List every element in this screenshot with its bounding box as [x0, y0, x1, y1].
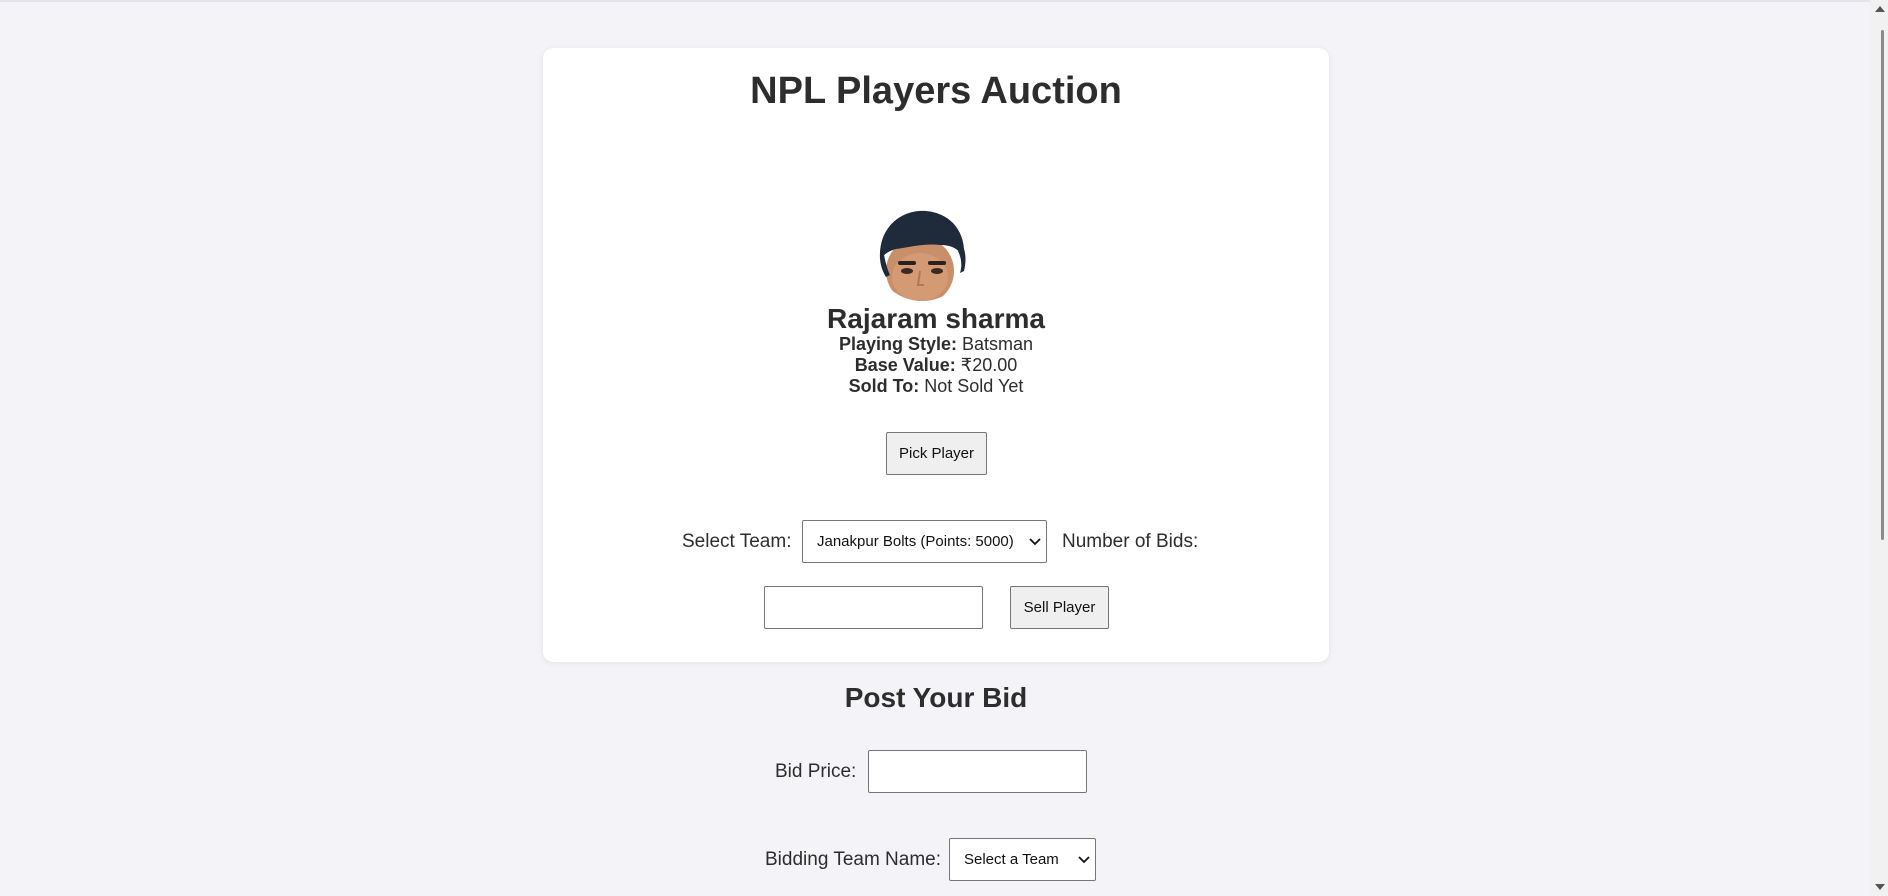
team-select[interactable]: Janakpur Bolts (Points: 5000)	[802, 520, 1047, 563]
page-title: NPL Players Auction	[750, 70, 1122, 112]
number-of-bids-label: Number of Bids:	[1062, 531, 1199, 552]
bid-price-label: Bid Price:	[775, 761, 857, 782]
bidding-team-select-value: Select a Team	[964, 851, 1059, 868]
team-select-value: Janakpur Bolts (Points: 5000)	[817, 533, 1014, 550]
auction-card: NPL Players Auction Rajaram sharma Playi…	[543, 48, 1329, 662]
top-divider	[0, 0, 1870, 2]
scrollbar-thumb[interactable]	[1881, 30, 1884, 540]
playing-style-label: Playing Style:	[838, 334, 957, 354]
base-value-label: Base Value:	[854, 355, 956, 375]
number-of-bids-input[interactable]	[764, 586, 983, 629]
bidding-team-select[interactable]: Select a Team	[949, 838, 1096, 881]
base-value-line: Base Value: ₹20.00	[543, 355, 1329, 376]
sell-player-button[interactable]: Sell Player	[1010, 586, 1109, 629]
chevron-down-icon	[1078, 855, 1090, 863]
base-value-value: ₹20.00	[960, 355, 1018, 375]
playing-style-value: Batsman	[962, 334, 1034, 354]
select-team-label: Select Team:	[682, 531, 792, 552]
scroll-down-arrow-icon[interactable]	[1875, 884, 1885, 890]
post-your-bid-title: Post Your Bid	[844, 682, 1028, 713]
chevron-down-icon	[1029, 537, 1041, 545]
pick-player-button[interactable]: Pick Player	[886, 432, 987, 475]
player-photo-icon	[874, 205, 970, 301]
sold-to-line: Sold To: Not Sold Yet	[543, 376, 1329, 397]
player-avatar	[874, 205, 970, 301]
sold-to-label: Sold To:	[848, 376, 920, 396]
playing-style-line: Playing Style: Batsman	[543, 334, 1329, 355]
bidding-team-label: Bidding Team Name:	[765, 849, 942, 870]
sold-to-value: Not Sold Yet	[924, 376, 1024, 396]
vertical-scrollbar[interactable]	[1870, 0, 1888, 896]
bid-price-input[interactable]	[868, 750, 1087, 793]
player-name: Rajaram sharma	[827, 303, 1045, 334]
scroll-up-arrow-icon[interactable]	[1875, 6, 1885, 12]
